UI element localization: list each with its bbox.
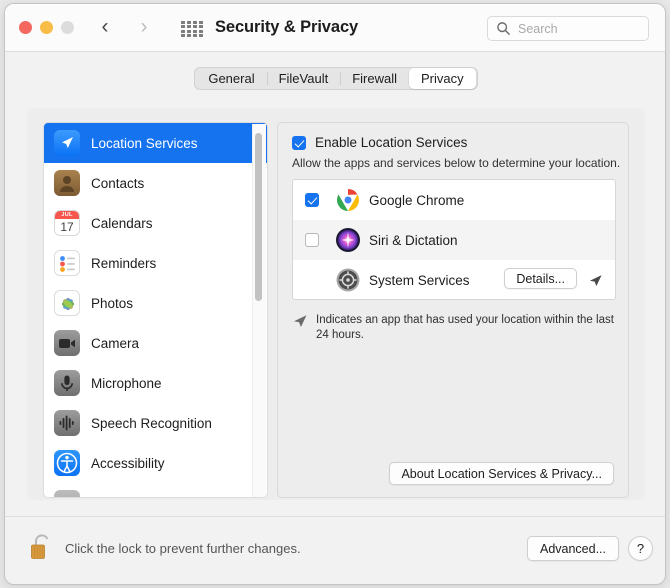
sidebar-item-location-services[interactable]: Location Services [44,123,267,163]
sidebar-item-contacts[interactable]: Contacts [44,163,267,203]
sidebar-item-accessibility[interactable]: Accessibility [44,443,267,483]
sidebar-scrollbar[interactable] [252,124,266,497]
search-field[interactable]: Search [487,16,649,41]
app-name: Google Chrome [369,192,465,208]
traffic-lights [19,21,74,34]
calendar-month: JUL [55,211,79,219]
about-location-services-privacy-button[interactable]: About Location Services & Privacy... [389,462,614,485]
sidebar-scrollbar-thumb[interactable] [255,133,262,301]
legend-text: Indicates an app that has used your loca… [316,314,614,341]
siri-icon [335,227,361,253]
tab-privacy[interactable]: Privacy [409,68,476,89]
sidebar-item-partial[interactable] [44,483,267,497]
accessibility-icon [54,450,80,476]
sidebar-item-reminders[interactable]: Reminders [44,243,267,283]
close-button[interactable] [19,21,32,34]
sidebar-item-label: Accessibility [91,455,165,471]
sidebar-item-label: Speech Recognition [91,415,212,431]
main-panel: Location Services Contacts JUL 17 Calend… [27,108,645,500]
sidebar-item-label: Microphone [91,375,162,391]
preferences-window: ‹ › Security & Privacy Search General Fi… [4,3,666,585]
system-services-details-button[interactable]: Details... [504,268,577,289]
tab-bar: General FileVault Firewall Privacy [5,67,665,90]
grid-view-icon[interactable] [181,21,203,37]
app-checkbox[interactable] [305,193,319,207]
system-services-icon [335,267,361,293]
sidebar-item-label: Contacts [91,175,145,191]
unlocked-padlock-icon[interactable] [29,532,55,562]
app-name: System Services [369,272,470,288]
advanced-button[interactable]: Advanced... [526,536,619,561]
location-services-icon [54,130,80,156]
title-bar: ‹ › Security & Privacy Search [5,4,665,52]
privacy-category-list[interactable]: Location Services Contacts JUL 17 Calend… [43,122,268,498]
reminders-icon [54,250,80,276]
enable-location-services-checkbox[interactable] [292,135,306,150]
location-arrow-icon [294,315,307,327]
app-permission-list[interactable]: Google Chrome Siri & Dictation System Se… [292,179,616,300]
tab-filevault[interactable]: FileVault [266,68,341,89]
search-icon [497,22,510,35]
tab-firewall[interactable]: Firewall [340,68,409,89]
minimize-button[interactable] [40,21,53,34]
zoom-button[interactable] [61,21,74,34]
sidebar-item-camera[interactable]: Camera [44,323,267,363]
table-row[interactable]: Google Chrome [293,180,615,220]
sidebar-item-label: Location Services [91,135,198,151]
footer-divider [5,516,665,517]
sidebar-item-photos[interactable]: Photos [44,283,267,323]
sidebar-item-label: Calendars [91,215,153,231]
partial-item-icon [54,490,80,497]
forward-button[interactable]: › [133,16,155,39]
sidebar-item-label: Camera [91,335,140,351]
calendars-icon: JUL 17 [54,210,80,236]
calendar-day: 17 [60,220,74,234]
app-name: Siri & Dictation [369,232,458,248]
tab-general[interactable]: General [196,68,266,89]
legend: Indicates an app that has used your loca… [292,313,622,343]
app-checkbox[interactable] [305,233,319,247]
sidebar-item-speech-recognition[interactable]: Speech Recognition [44,403,267,443]
table-row[interactable]: System Services Details... [293,260,615,299]
footer-bar: Click the lock to prevent further change… [5,516,665,584]
location-services-pane: Enable Location Services Allow the apps … [277,122,629,498]
search-placeholder: Search [518,22,558,36]
lock-hint-text: Click the lock to prevent further change… [65,541,301,556]
table-row[interactable]: Siri & Dictation [293,220,615,260]
microphone-icon [54,370,80,396]
speech-recognition-icon [54,410,80,436]
enable-location-services-label: Enable Location Services [315,135,468,150]
enable-location-services-row[interactable]: Enable Location Services [292,135,467,150]
contacts-icon [54,170,80,196]
sidebar-item-label: Photos [91,295,134,311]
pane-description: Allow the apps and services below to det… [292,156,621,170]
sidebar-item-calendars[interactable]: JUL 17 Calendars [44,203,267,243]
page-title: Security & Privacy [215,18,359,36]
back-button[interactable]: ‹ [94,16,116,39]
location-arrow-icon [589,275,602,287]
help-button[interactable]: ? [628,536,653,561]
photos-icon [54,290,80,316]
sidebar-item-label: Reminders [91,255,157,271]
camera-icon [54,330,80,356]
sidebar-item-microphone[interactable]: Microphone [44,363,267,403]
google-chrome-icon [335,187,361,213]
